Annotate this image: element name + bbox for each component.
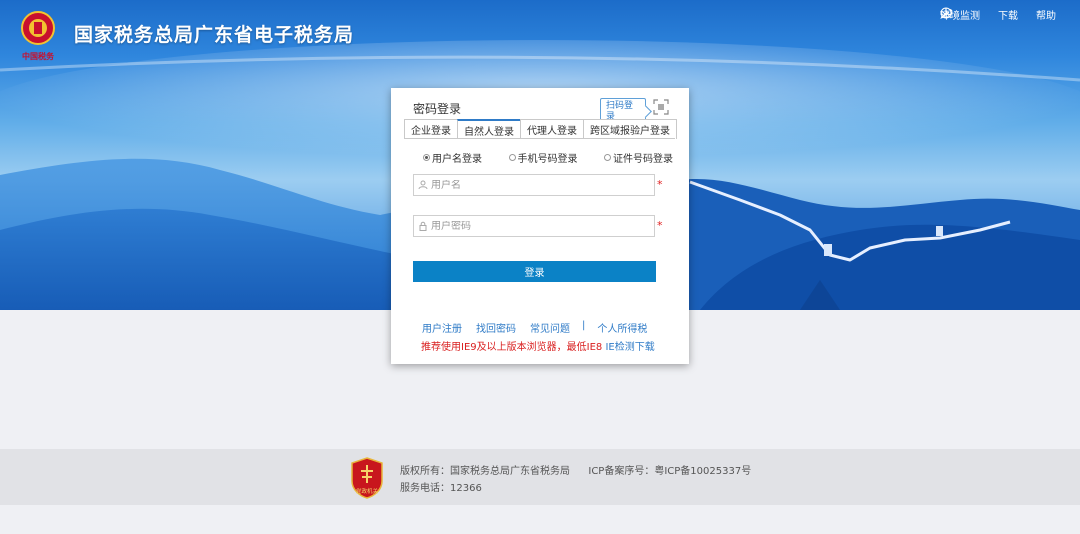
faq-link[interactable]: 常见问题 — [530, 320, 570, 335]
radio-id[interactable]: 证件号码登录 — [604, 150, 673, 165]
username-required-mark: * — [657, 178, 663, 191]
party-government-badge-icon[interactable]: 党政机关 — [350, 457, 384, 499]
footer-text: 版权所有：国家税务总局广东省税务局 ICP备案序号：粤ICP备10025337号… — [400, 463, 751, 497]
radio-username-label: 用户名登录 — [432, 154, 482, 165]
radio-id-label: 证件号码登录 — [613, 154, 673, 165]
username-input[interactable] — [431, 179, 641, 191]
panel-title: 密码登录 — [413, 102, 462, 116]
radio-dot-selected[interactable] — [423, 154, 430, 161]
help-label: 帮助 — [1036, 11, 1056, 22]
download-link[interactable]: 下载 — [941, 7, 1018, 22]
recover-password-link[interactable]: 找回密码 — [476, 320, 516, 335]
radio-dot[interactable] — [508, 154, 516, 161]
tax-emblem-icon: 中国税务 — [21, 11, 55, 61]
icp-text: ICP备案序号：粤ICP备10025337号 — [588, 466, 752, 477]
lock-icon — [419, 221, 427, 231]
footer: 党政机关 版权所有：国家税务总局广东省税务局 ICP备案序号：粤ICP备1002… — [0, 449, 1080, 505]
browser-notice-text: 推荐使用IE9及以上版本浏览器，最低IE8 — [421, 342, 603, 353]
tab-agent[interactable]: 代理人登录 — [520, 119, 584, 139]
personal-income-tax-link[interactable]: 个人所得税 — [597, 320, 647, 335]
username-field[interactable] — [413, 174, 655, 196]
logo-text: 中国税务 — [22, 51, 55, 61]
radio-dot[interactable] — [604, 154, 611, 161]
ie-check-download-link[interactable]: IE检测下载 — [605, 342, 654, 353]
service-phone: 服务电话：12366 — [400, 483, 482, 494]
panel-links: 用户注册 找回密码 常见问题 | 个人所得税 — [422, 320, 647, 335]
login-button[interactable]: 登录 — [413, 261, 656, 282]
tab-divider — [404, 138, 675, 139]
register-link[interactable]: 用户注册 — [422, 320, 462, 335]
password-field[interactable] — [413, 215, 655, 237]
svg-text:?: ? — [944, 10, 948, 18]
help-icon: ? — [940, 7, 952, 19]
radio-phone-label: 手机号码登录 — [517, 154, 578, 165]
user-icon — [418, 180, 428, 190]
help-link[interactable]: ? 帮助 — [940, 7, 1056, 22]
radio-phone[interactable]: 手机号码登录 — [508, 150, 578, 165]
login-panel: 密码登录 扫码登录 企业登录 自然人登录 代理人登录 跨区域报验户登录 用户名登… — [391, 88, 689, 364]
password-input[interactable] — [431, 220, 641, 232]
tab-enterprise[interactable]: 企业登录 — [404, 119, 458, 139]
copyright-text: 版权所有：国家税务总局广东省税务局 — [400, 466, 570, 477]
radio-username[interactable]: 用户名登录 — [423, 150, 482, 165]
password-required-mark: * — [657, 219, 663, 232]
login-method-radios: 用户名登录 手机号码登录 证件号码登录 — [423, 150, 673, 165]
site-title: 国家税务总局广东省电子税务局 — [74, 24, 355, 46]
qr-code-icon[interactable] — [653, 99, 669, 115]
badge-text: 党政机关 — [356, 487, 379, 495]
browser-notice: 推荐使用IE9及以上版本浏览器，最低IE8 IE检测下载 — [421, 338, 655, 353]
tax-logo: 中国税务 — [16, 10, 60, 62]
top-links: 环境监测 下载 ? 帮助 — [940, 7, 1056, 22]
link-separator: | — [582, 320, 586, 331]
tab-cross-region[interactable]: 跨区域报验户登录 — [583, 119, 677, 139]
login-tabs: 企业登录 自然人登录 代理人登录 跨区域报验户登录 — [404, 119, 677, 139]
download-label: 下载 — [998, 11, 1018, 22]
tab-natural-person[interactable]: 自然人登录 — [457, 119, 521, 139]
